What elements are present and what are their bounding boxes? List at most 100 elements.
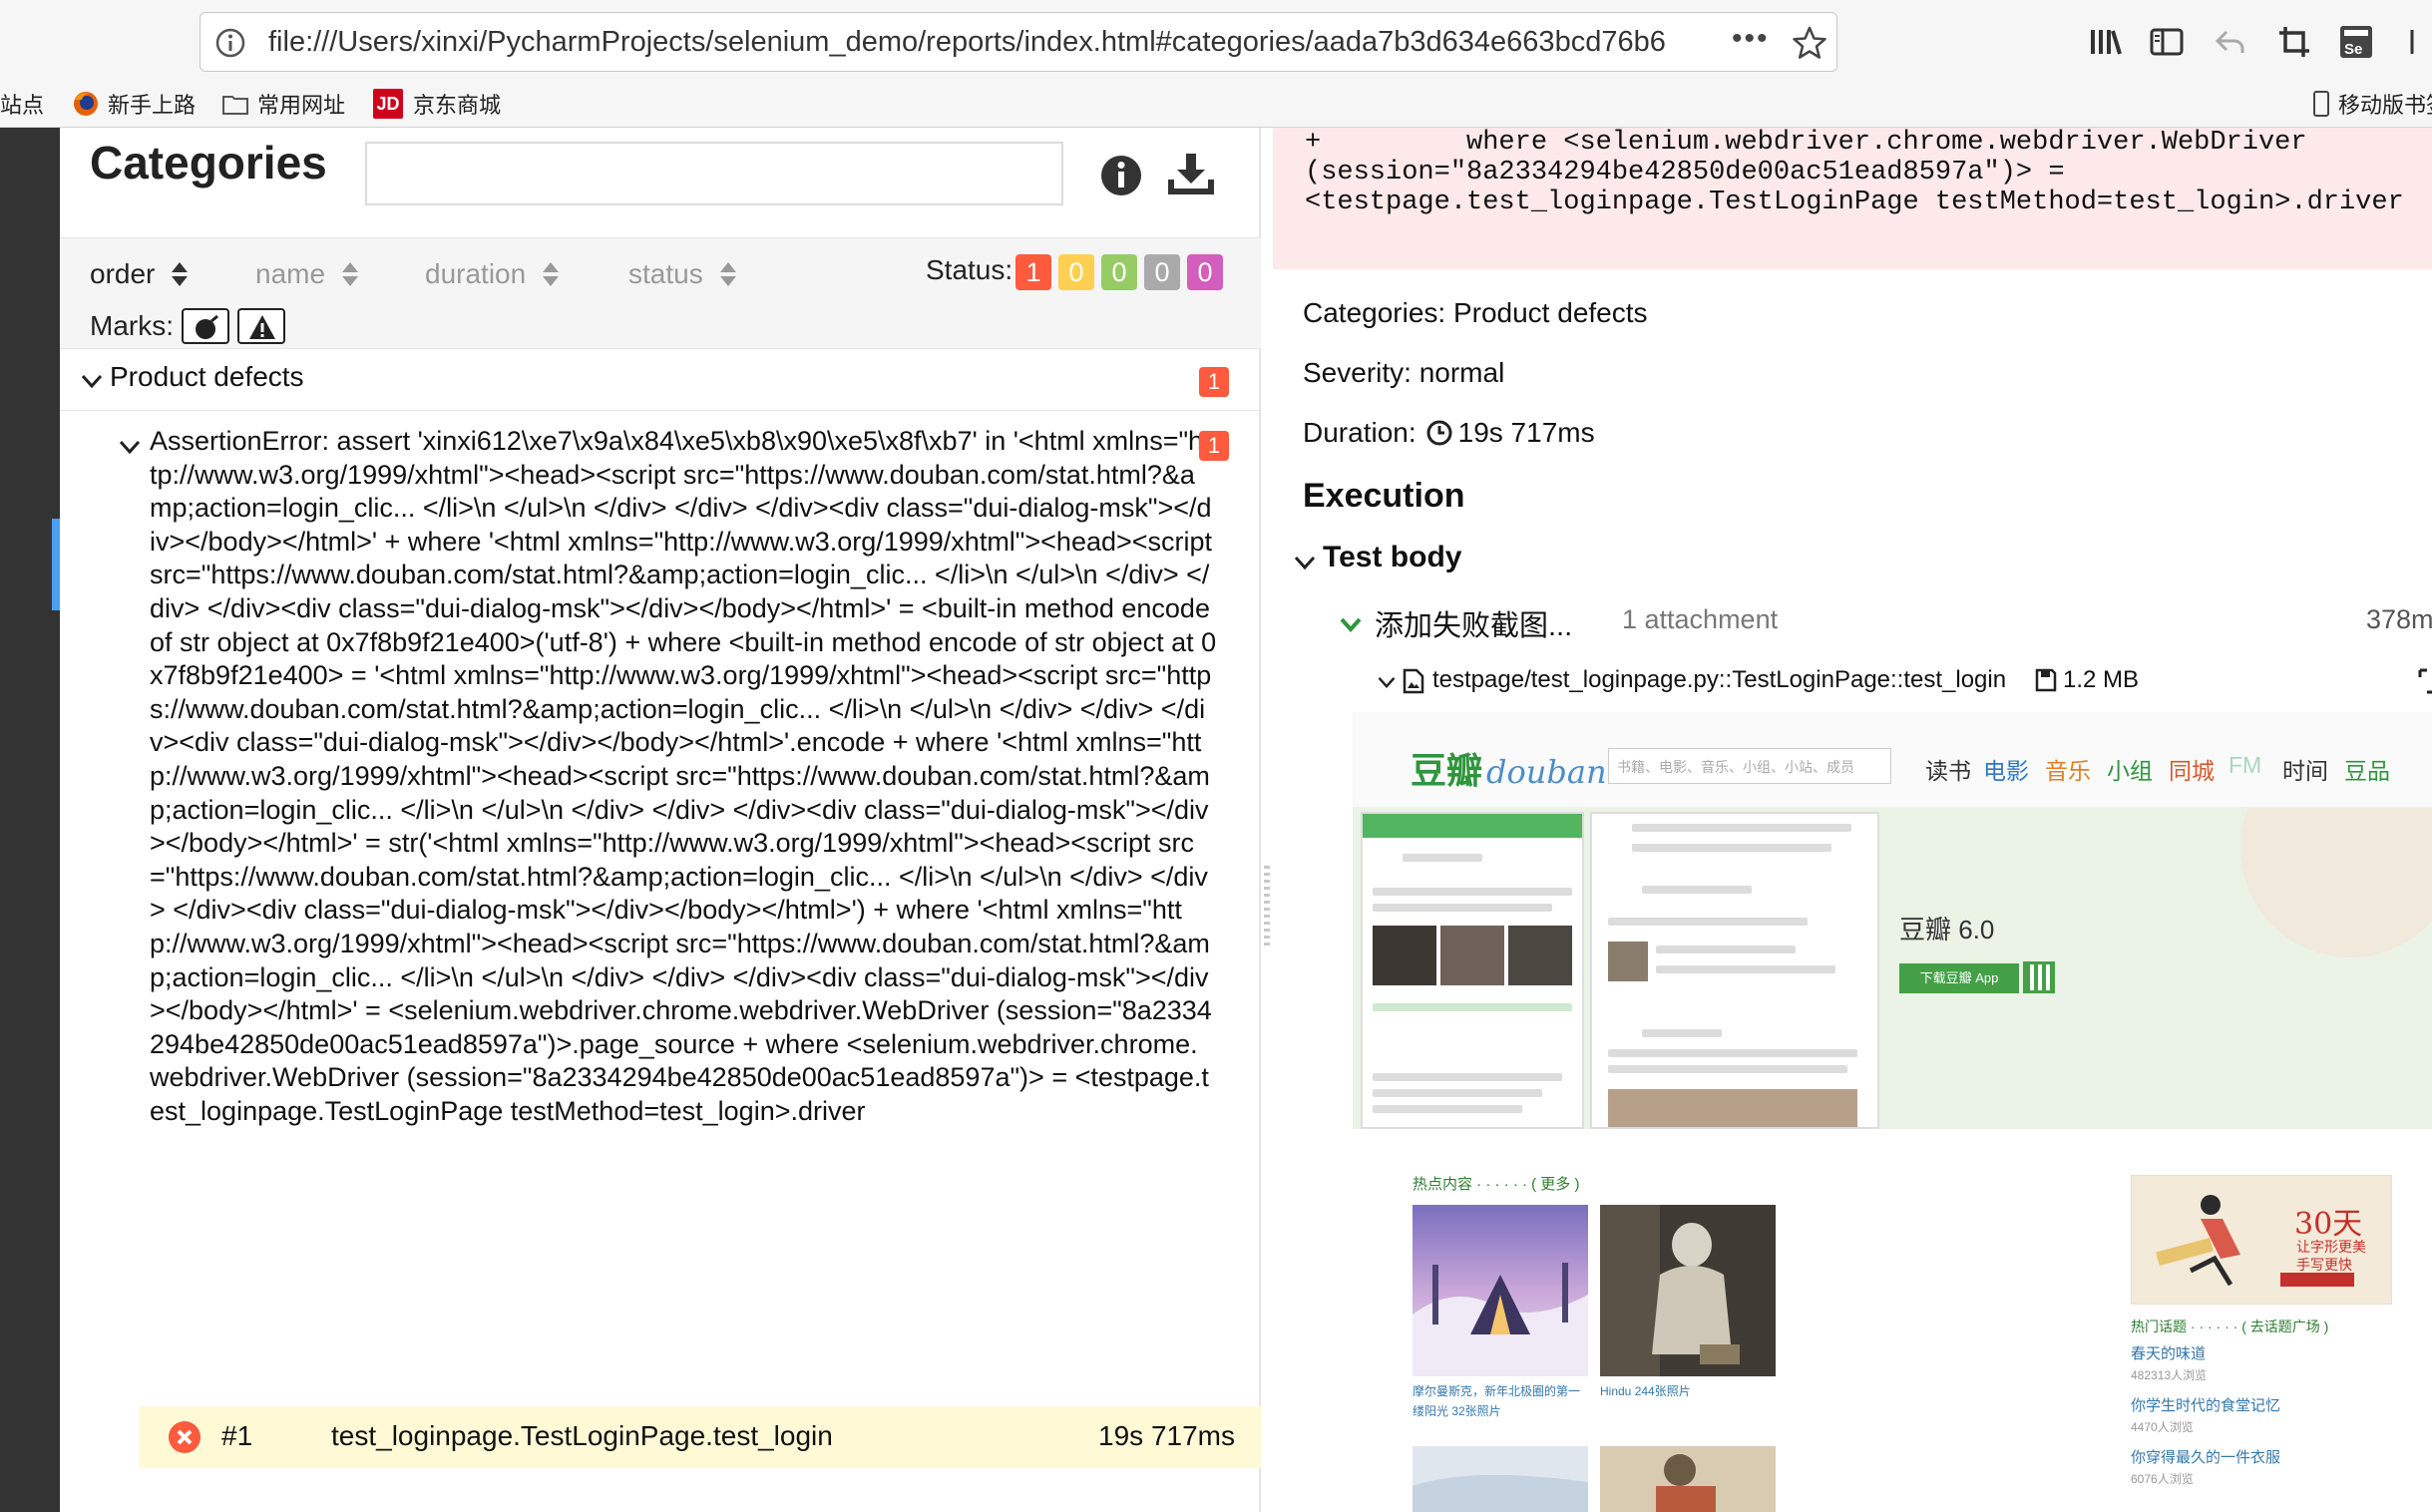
test-details-pane: + where <selenium.webdriver.chrome.webdr… [1273, 128, 2432, 1512]
topic-views: 4470人浏览 [2131, 1420, 2194, 1434]
save-disk-icon[interactable] [2035, 668, 2057, 692]
ad-subtitle: 让字形更美 手写更快 [2296, 1240, 2366, 1274]
chevron-down-icon[interactable] [1339, 612, 1363, 636]
browser-toolbar: file:///Users/xinxi/PycharmProjects/sele… [0, 0, 2432, 128]
categories-pane: Categories order name duration status St… [60, 128, 1261, 1512]
mark-flaky-button[interactable] [182, 308, 229, 344]
svg-text:Se: Se [2344, 41, 2362, 58]
bookmarks-bar: 站点 新手上路 常用网址 JD 京东商城 移动版书签 [0, 82, 2432, 126]
bookmark-star-icon[interactable] [1792, 25, 1827, 61]
topic-title: 你学生时代的食堂记忆 [2131, 1397, 2281, 1414]
attachment-name: testpage/test_loginpage.py::TestLoginPag… [1432, 666, 2007, 693]
topics-label: 热门话题 · · · · · · ( 去话题广场 ) [2131, 1319, 2329, 1334]
photo-old-man [1600, 1205, 1776, 1376]
categories-value: Categories: Product defects [1303, 297, 1648, 328]
download-icon[interactable] [1167, 150, 1215, 197]
page-info-icon[interactable] [214, 27, 246, 59]
sort-name[interactable]: name [255, 258, 359, 290]
douban-nav-local: 同城 [2169, 758, 2215, 784]
photo-caption: 缕阳光 32张照片 [1413, 1404, 1501, 1418]
mark-new-failed-button[interactable] [237, 308, 285, 344]
status-filter-label: Status: [926, 254, 1013, 285]
status-passed-badge[interactable]: 0 [1101, 254, 1137, 290]
photo-caption: 摩尔曼斯克，新年北极圈的第一 [1413, 1384, 1581, 1398]
error-count-badge: 1 [1199, 431, 1229, 461]
chevron-down-icon[interactable] [118, 435, 142, 459]
topic-title: 你穿得最久的一件衣服 [2131, 1449, 2281, 1466]
category-group-row[interactable]: Product defects 1 [60, 349, 1261, 411]
topic-title: 春天的味道 [2131, 1345, 2207, 1362]
test-result-row[interactable]: #1 test_loginpage.TestLoginPage.test_log… [140, 1406, 1261, 1468]
sort-duration[interactable]: duration [425, 258, 560, 290]
chevron-down-icon[interactable] [80, 369, 104, 393]
category-name: Product defects [110, 361, 304, 392]
error-message[interactable]: AssertionError: assert 'xinxi612\xe7\x9a… [150, 425, 1217, 1128]
failed-status-icon [168, 1420, 202, 1454]
sidebar-toggle-icon[interactable] [2149, 24, 2185, 60]
status-broken-badge[interactable]: 0 [1058, 254, 1094, 290]
bookmark-getting-started[interactable]: 新手上路 [72, 88, 196, 120]
url-bar[interactable]: file:///Users/xinxi/PycharmProjects/sele… [200, 12, 1837, 72]
phone-mockup [1361, 812, 1584, 1129]
overflow-menu-icon[interactable] [2404, 24, 2432, 60]
photo-thumbnail [1600, 1446, 1776, 1512]
pane-splitter[interactable] [1261, 128, 1273, 1512]
chevron-down-icon[interactable] [1377, 672, 1397, 692]
bookmark-common-sites[interactable]: 常用网址 [221, 88, 345, 120]
duration-info: Duration: 19s 717ms [1303, 417, 1595, 449]
test-order-number: #1 [221, 1420, 253, 1451]
step-duration: 378m [2366, 604, 2432, 634]
library-icon[interactable] [2087, 24, 2123, 60]
mobile-bookmarks[interactable]: 移动版书签 [2312, 88, 2432, 120]
attachment-row[interactable]: testpage/test_loginpage.py::TestLoginPag… [1377, 662, 2432, 702]
douban-search-input: 书籍、电影、音乐、小组、小站、成员 [1608, 748, 1891, 784]
status-skipped-badge[interactable]: 0 [1144, 254, 1180, 290]
qr-code-icon [2023, 961, 2055, 993]
chevron-down-icon[interactable] [1293, 551, 1317, 574]
test-name: test_loginpage.TestLoginPage.test_login [331, 1420, 833, 1451]
status-unknown-badge[interactable]: 0 [1187, 254, 1223, 290]
trace-line: + where <selenium.webdriver.chrome.webdr… [1305, 128, 2307, 158]
duration-value: 19s 717ms [1457, 417, 1595, 448]
step-row[interactable]: 添加失败截图... 1 attachment 378m [1333, 602, 2432, 648]
url-text[interactable]: file:///Users/xinxi/PycharmProjects/sele… [268, 26, 1695, 62]
sort-arrows-icon [341, 261, 359, 287]
douban-nav-market: 豆品 [2344, 758, 2390, 784]
photo-snow-tent [1413, 1205, 1588, 1376]
topic-views: 482313人浏览 [2131, 1368, 2208, 1382]
active-nav-indicator [52, 519, 60, 610]
douban-nav-books: 读书 [1925, 758, 1971, 784]
page-actions-more-icon[interactable]: ••• [1732, 24, 1772, 61]
clock-icon [1426, 420, 1452, 446]
sort-arrows-icon [542, 261, 560, 287]
douban-nav-movies: 电影 [1983, 758, 2029, 784]
topic-views: 6076人浏览 [2131, 1472, 2194, 1486]
back-arrow-icon[interactable] [2213, 24, 2248, 60]
ad-title: 30天 [2294, 1207, 2363, 1242]
app-sidebar [0, 128, 60, 1512]
status-failed-badge[interactable]: 1 [1015, 254, 1051, 290]
warning-icon [249, 315, 275, 339]
splitter-grip[interactable] [1264, 866, 1270, 945]
sort-arrows-icon [171, 261, 189, 287]
selenium-ide-icon[interactable]: Se [2338, 24, 2374, 60]
severity-value: Severity: normal [1303, 357, 1505, 388]
error-trace: + where <selenium.webdriver.chrome.webdr… [1273, 128, 2432, 269]
bookmark-site[interactable]: 站点 [0, 88, 44, 120]
image-file-icon [1403, 668, 1424, 694]
sort-status[interactable]: status [628, 258, 737, 290]
expand-icon[interactable] [2418, 668, 2432, 694]
category-count-badge: 1 [1199, 367, 1229, 397]
sort-arrows-icon [719, 261, 737, 287]
search-input[interactable] [365, 142, 1063, 205]
phone-mockup [1590, 812, 1879, 1129]
page-title: Categories [90, 137, 327, 189]
sort-order[interactable]: order [90, 258, 189, 290]
test-body-heading[interactable]: Test body [1323, 541, 1461, 574]
test-duration: 19s 717ms [1098, 1420, 1235, 1451]
douban-hot-label: 热点内容 · · · · · · ( 更多 ) [1413, 1176, 1580, 1193]
crop-screenshot-icon[interactable] [2276, 24, 2312, 60]
sort-toolbar: order name duration status Status: 1 0 0… [60, 237, 1261, 349]
info-icon[interactable] [1099, 154, 1143, 197]
bookmark-jd[interactable]: JD 京东商城 [373, 88, 501, 120]
